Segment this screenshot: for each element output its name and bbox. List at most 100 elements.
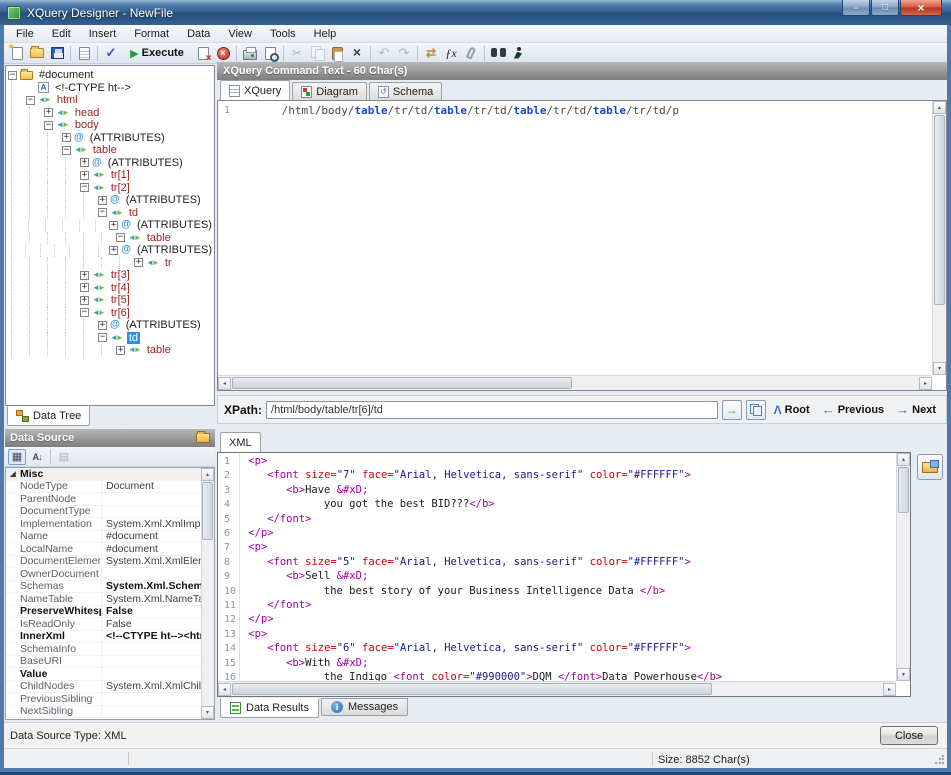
scrollbar-thumb[interactable] — [232, 683, 712, 695]
xml-result-viewer[interactable]: 1<p>2<font size="7" face="Arial, Helveti… — [217, 452, 911, 697]
xpath-input[interactable] — [266, 401, 718, 419]
tree-item[interactable]: tr[4] — [6, 282, 214, 295]
tab-diagram[interactable]: Diagram — [292, 82, 367, 100]
tab-xquery[interactable]: XQuery — [220, 80, 290, 100]
scroll-left-icon[interactable] — [218, 377, 231, 390]
property-row[interactable]: Name#document — [6, 531, 201, 544]
tree-item[interactable]: (ATTRIBUTES) — [6, 132, 214, 145]
property-row[interactable]: NextSibling — [6, 706, 201, 719]
tree-item[interactable]: td — [6, 332, 214, 345]
next-button[interactable]: Next — [892, 402, 940, 417]
tree-item[interactable]: td — [6, 207, 214, 220]
tree-item[interactable]: body — [6, 119, 214, 132]
tree-item[interactable]: (ATTRIBUTES) — [6, 194, 214, 207]
property-row[interactable]: DocumentElementSystem.Xml.XmlElement — [6, 556, 201, 569]
function-button[interactable] — [442, 44, 460, 62]
tree-item[interactable]: (ATTRIBUTES) — [6, 244, 214, 257]
collapse-icon[interactable] — [80, 308, 89, 317]
new-file-button[interactable] — [8, 44, 26, 62]
redo-button[interactable] — [395, 44, 413, 62]
property-row[interactable]: PreserveWhitespacFalse — [6, 606, 201, 619]
xquery-code-editor[interactable]: 1/html/body/table/tr/td/table/tr/td/tabl… — [217, 100, 947, 391]
previous-button[interactable]: Previous — [818, 402, 888, 417]
scroll-down-icon[interactable] — [897, 668, 910, 681]
xquery-hscrollbar[interactable] — [218, 375, 932, 390]
export-result-button[interactable] — [917, 454, 943, 480]
execute-button[interactable]: Execute — [122, 44, 192, 62]
scrollbar-thumb[interactable] — [898, 467, 909, 513]
cut-button[interactable] — [288, 44, 306, 62]
find-button[interactable] — [489, 44, 507, 62]
collapse-icon[interactable] — [26, 96, 35, 105]
resize-grip[interactable] — [934, 755, 944, 765]
sort-alphabetical-button[interactable] — [28, 449, 46, 465]
property-row[interactable]: Value — [6, 668, 201, 681]
property-row[interactable]: DocumentType — [6, 506, 201, 519]
categorized-button[interactable] — [8, 449, 26, 465]
expand-icon[interactable] — [62, 133, 71, 142]
tree-item[interactable]: #document — [6, 69, 214, 82]
tree-item[interactable]: (ATTRIBUTES) — [6, 219, 214, 232]
property-row[interactable]: SchemasSystem.Xml.Schema.. — [6, 581, 201, 594]
tab-messages[interactable]: Messages — [321, 698, 408, 716]
close-button[interactable]: Close — [880, 726, 938, 745]
cancel-execute-button[interactable] — [194, 44, 212, 62]
menu-tools[interactable]: Tools — [261, 26, 305, 42]
print-button[interactable] — [241, 44, 259, 62]
paste-button[interactable] — [328, 44, 346, 62]
copy-button[interactable] — [308, 44, 326, 62]
expand-icon[interactable] — [80, 158, 89, 167]
tab-data-results[interactable]: Data Results — [220, 698, 319, 718]
xml-hscrollbar[interactable] — [218, 681, 896, 696]
attach-button[interactable] — [462, 44, 480, 62]
tree-item[interactable]: tr[1] — [6, 169, 214, 182]
xpath-go-button[interactable] — [722, 400, 742, 420]
xquery-vscrollbar[interactable] — [932, 101, 946, 375]
property-row[interactable]: NodeTypeDocument — [6, 481, 201, 494]
scroll-down-icon[interactable] — [201, 706, 214, 719]
maximize-button[interactable] — [871, 0, 899, 16]
property-pages-button[interactable] — [55, 449, 73, 465]
scroll-up-icon[interactable] — [201, 468, 214, 481]
tab-xml[interactable]: XML — [220, 432, 261, 452]
collapse-icon[interactable] — [44, 121, 53, 130]
tree-item[interactable]: (ATTRIBUTES) — [6, 319, 214, 332]
property-row[interactable]: PreviousSibling — [6, 693, 201, 706]
tree-item[interactable]: <!-CTYPE ht--> — [6, 82, 214, 95]
property-grid-scrollbar[interactable] — [201, 468, 214, 719]
expand-icon[interactable] — [116, 346, 125, 355]
stop-button[interactable] — [214, 44, 232, 62]
tree-item[interactable]: tr[5] — [6, 294, 214, 307]
menu-data[interactable]: Data — [178, 26, 219, 42]
property-row[interactable]: IsReadOnlyFalse — [6, 618, 201, 631]
tree-item[interactable]: tr[2] — [6, 182, 214, 195]
scroll-right-icon[interactable] — [919, 377, 932, 390]
expand-icon[interactable] — [109, 246, 118, 255]
menu-file[interactable]: File — [7, 26, 43, 42]
scroll-up-icon[interactable] — [933, 101, 946, 114]
property-row[interactable]: LocalName#document — [6, 543, 201, 556]
property-row[interactable]: InnerXml<!--CTYPE ht--><html — [6, 631, 201, 644]
save-button[interactable] — [48, 44, 66, 62]
expand-icon[interactable] — [44, 108, 53, 117]
expand-icon[interactable] — [98, 196, 107, 205]
property-row[interactable]: NameTableSystem.Xml.NameTable — [6, 593, 201, 606]
delete-button[interactable] — [348, 44, 366, 62]
exit-button[interactable] — [509, 44, 527, 62]
root-button[interactable]: Root — [770, 403, 814, 417]
collapse-icon[interactable] — [8, 71, 17, 80]
property-row[interactable]: SchemaInfo — [6, 643, 201, 656]
minimize-button[interactable] — [842, 0, 870, 16]
scroll-up-icon[interactable] — [897, 453, 910, 466]
scrollbar-thumb[interactable] — [232, 377, 572, 389]
close-window-button[interactable] — [900, 0, 942, 16]
expand-icon[interactable] — [80, 271, 89, 280]
property-row[interactable]: ImplementationSystem.Xml.XmlImplemen — [6, 518, 201, 531]
expand-icon[interactable] — [80, 171, 89, 180]
property-row[interactable]: ChildNodesSystem.Xml.XmlChildNod — [6, 681, 201, 694]
undo-button[interactable] — [375, 44, 393, 62]
menu-format[interactable]: Format — [125, 26, 178, 42]
tree-item[interactable]: table — [6, 144, 214, 157]
menu-edit[interactable]: Edit — [43, 26, 80, 42]
expand-icon[interactable] — [80, 296, 89, 305]
